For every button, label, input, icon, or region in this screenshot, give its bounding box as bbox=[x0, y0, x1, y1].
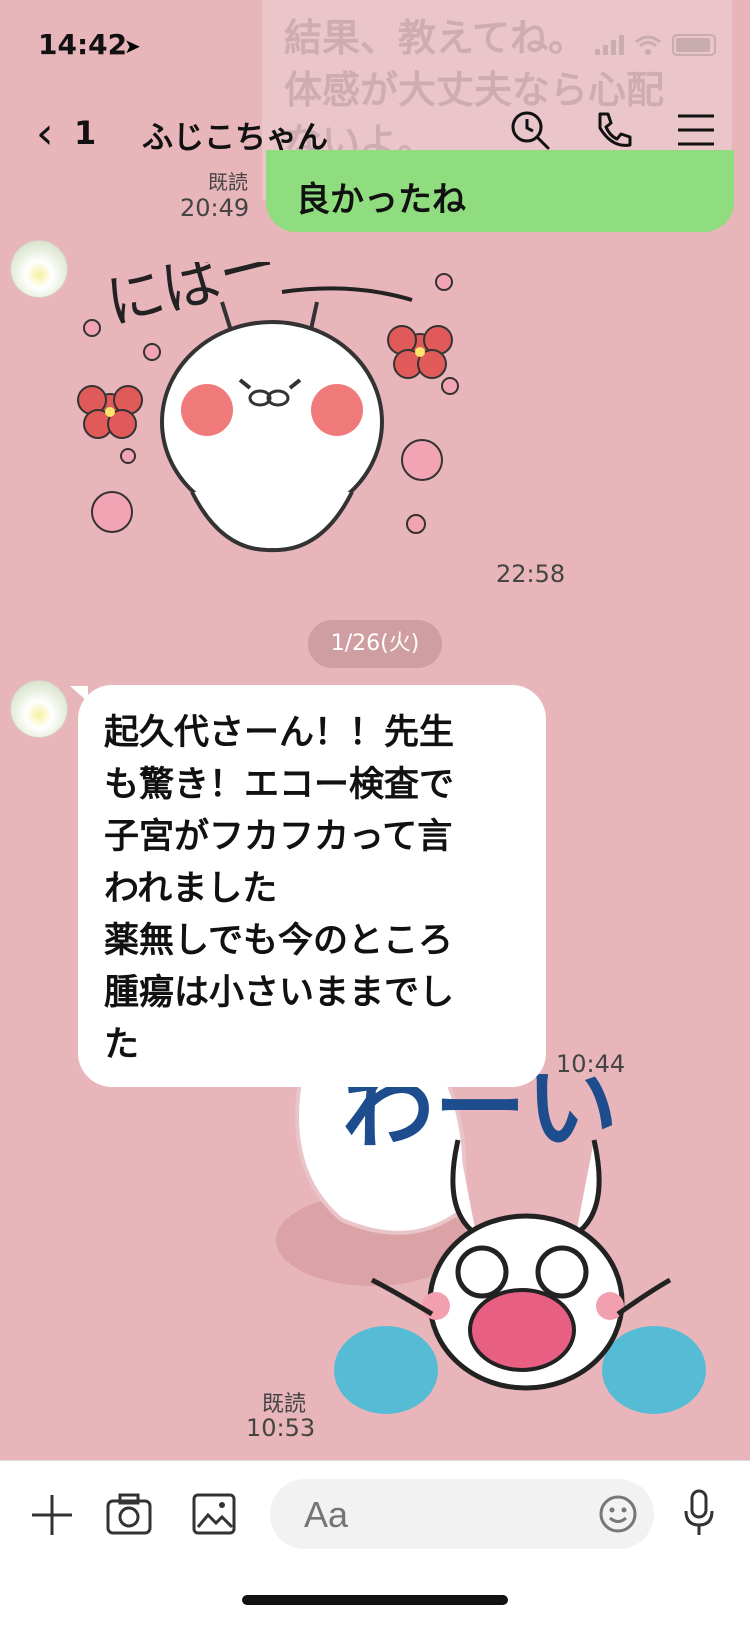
rabbit-sticker-nipaa[interactable]: にぱー bbox=[72, 262, 492, 572]
status-time: 14:42 bbox=[38, 28, 128, 61]
sticker-2-time: 10:53 bbox=[246, 1414, 316, 1442]
outgoing-message-bubble[interactable]: 良かったね bbox=[266, 150, 734, 232]
phone-icon[interactable] bbox=[592, 108, 636, 152]
message-time: 20:49 bbox=[180, 194, 250, 222]
message-input-field[interactable] bbox=[270, 1479, 654, 1549]
search-icon[interactable] bbox=[508, 108, 552, 152]
home-indicator bbox=[242, 1595, 508, 1605]
sticker-1-time: 22:58 bbox=[496, 560, 566, 588]
date-separator: 1/26(火) bbox=[308, 620, 442, 668]
menu-icon[interactable] bbox=[674, 108, 718, 152]
microphone-icon[interactable] bbox=[682, 1489, 716, 1537]
image-icon[interactable] bbox=[192, 1493, 236, 1535]
message-input[interactable] bbox=[302, 1493, 566, 1537]
contact-avatar[interactable] bbox=[10, 240, 68, 298]
read-receipt: 既読 bbox=[208, 170, 248, 194]
plus-icon[interactable] bbox=[30, 1493, 74, 1537]
emoji-icon[interactable] bbox=[598, 1494, 638, 1534]
location-arrow-icon: ➤ bbox=[124, 34, 141, 58]
contact-avatar-2[interactable] bbox=[10, 680, 68, 738]
back-chevron-icon[interactable]: ‹ bbox=[36, 112, 54, 156]
incoming-message-bubble[interactable]: 起久代さーん！！先生 も驚き！エコー検査で 子宮がフカフカって言 われました 薬… bbox=[78, 685, 546, 1087]
incoming-message-time: 10:44 bbox=[556, 1050, 626, 1078]
message-input-bar bbox=[0, 1460, 750, 1625]
camera-icon[interactable] bbox=[106, 1493, 152, 1535]
unread-count[interactable]: 1 bbox=[74, 114, 96, 152]
